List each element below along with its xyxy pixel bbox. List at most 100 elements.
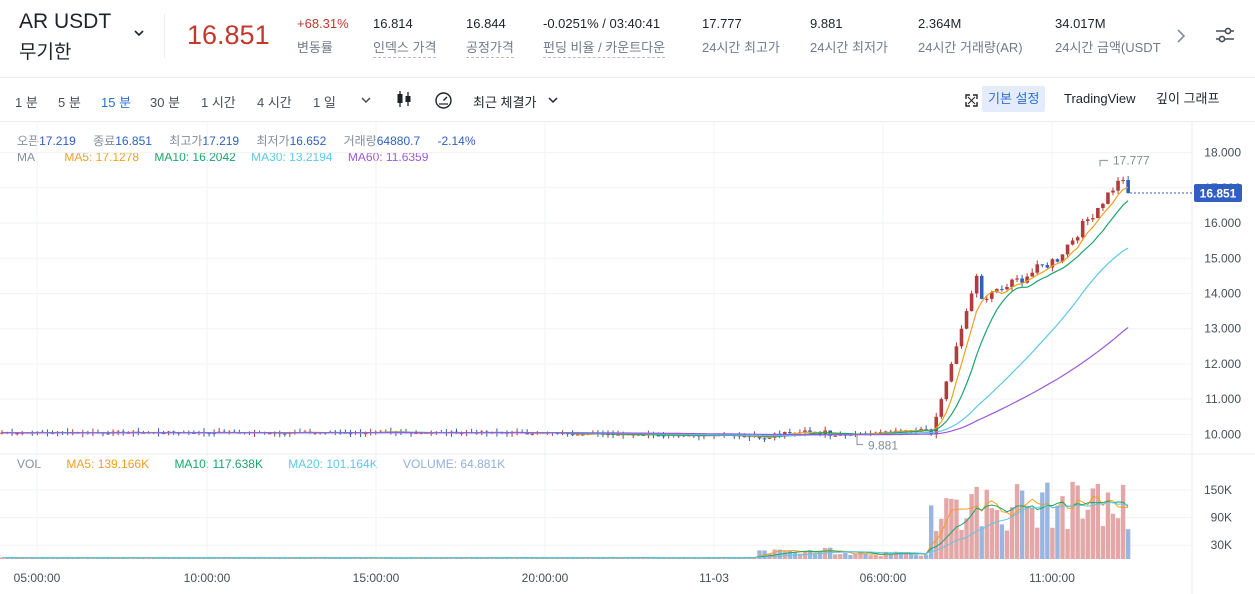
chevron-right-icon[interactable] [1175, 27, 1187, 45]
volume-bar [782, 550, 787, 559]
chevron-down-icon[interactable] [133, 27, 145, 39]
volume-bar [792, 552, 798, 559]
stat-label: 24시간 최고가 [702, 40, 780, 55]
stat-24h-low: 9.881 24시간 최저가 [810, 16, 888, 56]
candle-body [1091, 218, 1095, 220]
interval-30m[interactable]: 30 분 [150, 92, 180, 111]
candle-body [939, 399, 944, 417]
volume-bar [974, 486, 979, 559]
candle-body [1121, 180, 1125, 182]
volume-bar [1055, 505, 1060, 559]
ma-line [2, 327, 1129, 436]
stat-label: 펀딩 비율 / 카운트다운 [543, 37, 666, 58]
interval-4h[interactable]: 4 시간 [257, 92, 292, 111]
candle-body [979, 275, 984, 299]
volume-tick-label: 90K [1211, 511, 1232, 525]
contract-type: 무기한 [19, 42, 72, 63]
ticker-header: AR USDT 무기한 16.851 +68.31% 변동률 16.814 인덱… [0, 0, 1255, 78]
candle-body [1080, 220, 1085, 238]
indicator-gauge-icon[interactable] [434, 91, 453, 109]
volume-bar [868, 555, 873, 559]
candlestick-chart[interactable]: 18.00017.00016.00015.00014.00013.00012.0… [0, 122, 1255, 594]
interval-1h[interactable]: 1 시간 [201, 92, 236, 111]
candle-body [954, 346, 959, 364]
current-price-label: 16.851 [1200, 187, 1237, 201]
tab-basic[interactable]: 기본 설정 [982, 86, 1046, 112]
chart-area[interactable]: 오픈17.219 종료16.851 최고가17.219 최저가16.652 거래… [0, 122, 1255, 594]
stat-value: 17.777 [702, 16, 742, 31]
stat-label: 공정가격 [466, 37, 514, 58]
interval-15m[interactable]: 15 분 [101, 92, 131, 111]
candle-body [964, 311, 969, 329]
stat-value: -0.0251% / 03:40:41 [543, 16, 661, 31]
candle-body [1111, 190, 1115, 193]
stat-value: 16.844 [466, 16, 506, 31]
candle-body [1000, 289, 1004, 291]
volume-bars [0, 481, 1131, 559]
sliders-icon[interactable] [1213, 23, 1237, 47]
volume-bar [1030, 508, 1035, 559]
candle-body [959, 328, 964, 347]
low-marker-label: 9.881 [868, 439, 898, 453]
candle-body [1070, 240, 1075, 245]
candle-body [984, 298, 989, 300]
time-tick-label: 05:00:00 [14, 571, 61, 585]
last-price: 16.851 [187, 20, 270, 50]
candle-body [1116, 180, 1120, 191]
high-marker-line [1099, 159, 1108, 167]
stat-fair-price[interactable]: 16.844 공정가격 [466, 16, 514, 58]
volume-bar [1035, 527, 1040, 559]
volume-bar [1080, 518, 1085, 559]
candlestick-icon[interactable] [396, 90, 412, 108]
volume-bar [964, 518, 969, 559]
stat-value: 2.364M [918, 16, 962, 31]
stat-value: 16.814 [373, 16, 413, 31]
candle-body [788, 432, 792, 434]
divider [164, 14, 165, 58]
volume-bar [802, 551, 808, 559]
time-tick-label: 15:00:00 [353, 571, 400, 585]
volume-bar [918, 555, 924, 559]
ma-lines [2, 186, 1129, 439]
price-tick-label: 15.000 [1204, 251, 1241, 265]
volume-tick-label: 30K [1211, 538, 1232, 552]
candle-body [575, 434, 580, 436]
grid-lines [0, 122, 1192, 559]
volume-bar [1070, 481, 1075, 559]
stat-label: 24시간 금액(USDT [1055, 40, 1161, 55]
stat-24h-amount: 34.017M 24시간 금액(USDT [1055, 16, 1169, 56]
time-tick-label: 11:00:00 [1029, 571, 1075, 585]
candle-body [1030, 272, 1034, 277]
candle-body [1065, 244, 1070, 255]
volume-bar [944, 498, 949, 559]
pair-name[interactable]: AR USDT [19, 10, 111, 34]
tab-tradingview[interactable]: TradingView [1058, 86, 1142, 112]
stat-label: 변동률 [297, 40, 333, 55]
volume-bar [863, 553, 868, 559]
time-tick-label: 10:00:00 [184, 571, 231, 585]
volume-bar [853, 553, 858, 559]
volume-bar [969, 494, 974, 559]
volume-bar [959, 529, 964, 559]
stat-value: 9.881 [810, 16, 843, 31]
price-tick-label: 16.000 [1204, 216, 1241, 230]
candle-body [1055, 259, 1060, 262]
time-tick-label: 06:00:00 [860, 571, 907, 585]
volume-ma-line [1, 496, 1129, 559]
interval-1d[interactable]: 1 일 [313, 92, 336, 111]
volume-bar [1065, 529, 1070, 559]
interval-5m[interactable]: 5 분 [58, 92, 81, 111]
tab-depth-chart[interactable]: 깊이 그래프 [1150, 86, 1225, 112]
stat-index-price[interactable]: 16.814 인덱스 가격 [373, 16, 437, 58]
ma-line [2, 247, 1129, 437]
chevron-down-icon[interactable] [360, 95, 372, 105]
candle-body [974, 275, 979, 294]
stat-funding-rate[interactable]: -0.0251% / 03:40:41 펀딩 비율 / 카운트다운 [543, 16, 666, 58]
fullscreen-icon[interactable] [965, 94, 978, 107]
interval-1m[interactable]: 1 분 [15, 92, 38, 111]
volume-bar [999, 524, 1005, 559]
candle-body [833, 435, 838, 437]
chevron-down-icon[interactable] [547, 95, 559, 105]
volume-bar [1014, 484, 1020, 559]
price-type-select[interactable]: 최근 체결가 [473, 92, 536, 111]
